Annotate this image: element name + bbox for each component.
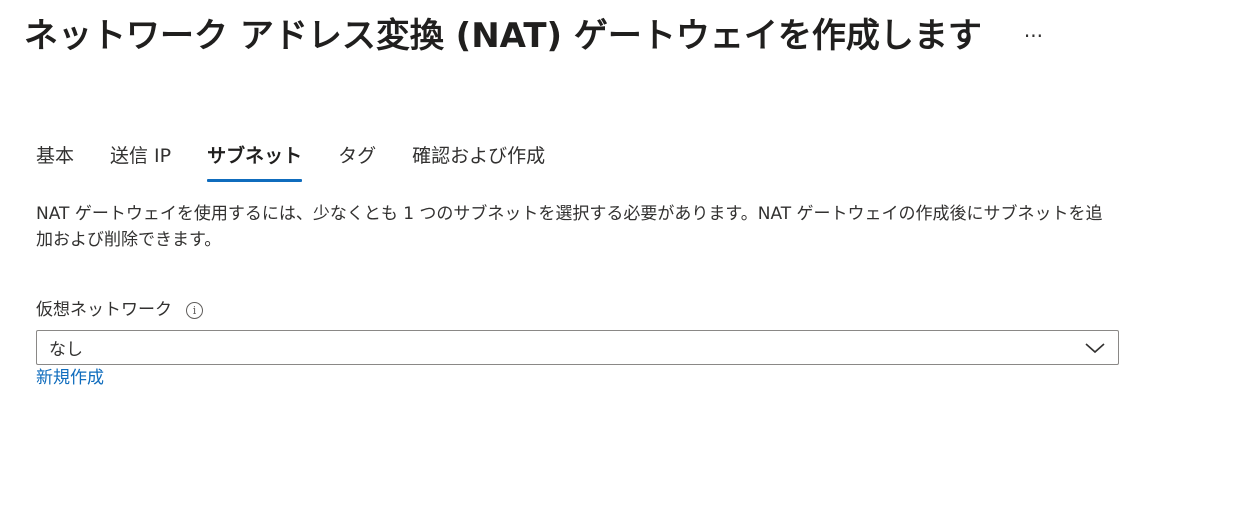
vnet-dropdown-value: なし xyxy=(49,340,83,360)
vnet-dropdown[interactable]: なし xyxy=(36,330,1119,365)
page-header: ネットワーク アドレス変換 (NAT) ゲートウェイを作成します ··· xyxy=(24,12,1049,60)
create-new-link[interactable]: 新規作成 xyxy=(36,365,104,391)
vnet-label: 仮想ネットワーク xyxy=(36,300,172,320)
tab-review-create[interactable]: 確認および作成 xyxy=(412,142,545,182)
more-icon[interactable]: ··· xyxy=(1018,12,1049,60)
subnet-description: NAT ゲートウェイを使用するには、少なくとも 1 つのサブネットを選択する必要… xyxy=(36,204,1103,250)
tab-tags[interactable]: タグ xyxy=(338,142,376,182)
tab-outbound-ip[interactable]: 送信 IP xyxy=(110,142,171,182)
chevron-down-icon xyxy=(1084,341,1106,355)
tab-bar: 基本 送信 IP サブネット タグ 確認および作成 xyxy=(36,142,581,182)
page-title: ネットワーク アドレス変換 (NAT) ゲートウェイを作成します xyxy=(24,16,982,56)
info-icon[interactable]: i xyxy=(186,301,203,319)
create-nat-gateway-page: ネットワーク アドレス変換 (NAT) ゲートウェイを作成します ··· 基本 … xyxy=(0,0,1251,523)
tab-basics[interactable]: 基本 xyxy=(36,142,74,182)
tab-subnet[interactable]: サブネット xyxy=(207,142,303,182)
vnet-label-row: 仮想ネットワーク i xyxy=(36,297,203,323)
